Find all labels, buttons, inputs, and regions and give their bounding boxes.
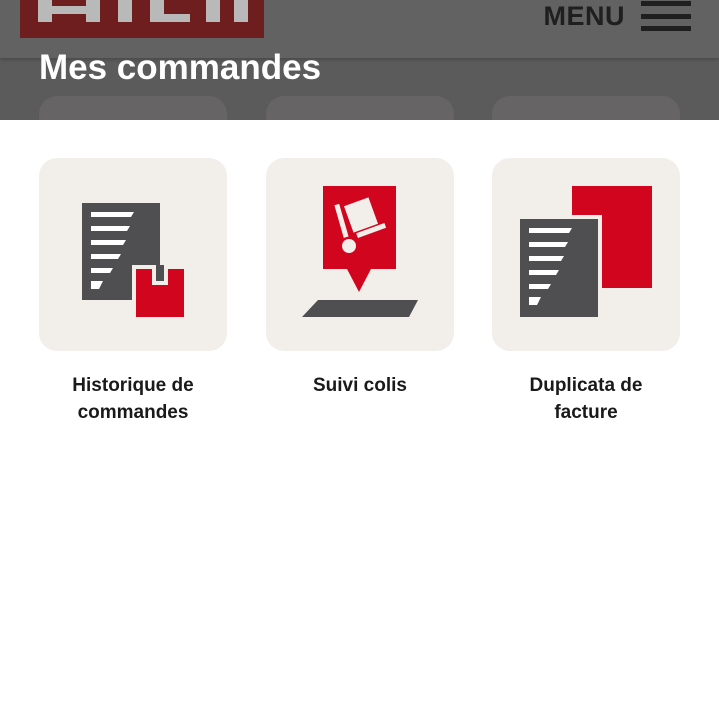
page: MENU Mes commandes Historique de command… [0,0,719,719]
invoice-duplicate-icon [516,186,652,323]
tile-label: Suivi colis [313,375,407,396]
hilti-logo-icon [20,0,264,38]
parcel-tracking-icon [302,186,418,317]
tile-icon-box [266,158,454,351]
order-history-icon [82,203,188,320]
tile-order-history[interactable]: Historique de commandes [39,158,227,458]
hamburger-icon [641,1,691,31]
tile-label: Historique de commandes [72,375,194,423]
ghost-tile [492,96,680,120]
hilti-logo[interactable] [20,0,264,38]
ghost-tile [266,96,454,120]
tile-parcel-tracking[interactable]: Suivi colis [266,158,454,458]
tile-label: Duplicata de facture [529,375,643,423]
ghost-tile [39,96,227,120]
page-title: Mes commandes [39,48,322,87]
tile-icon-box [39,158,227,351]
tile-invoice-duplicate[interactable]: Duplicata de facture [492,158,680,458]
header: MENU Mes commandes [0,0,719,120]
tile-icon-box [492,158,680,351]
menu-label: MENU [543,0,625,31]
menu-button[interactable]: MENU [543,0,691,34]
